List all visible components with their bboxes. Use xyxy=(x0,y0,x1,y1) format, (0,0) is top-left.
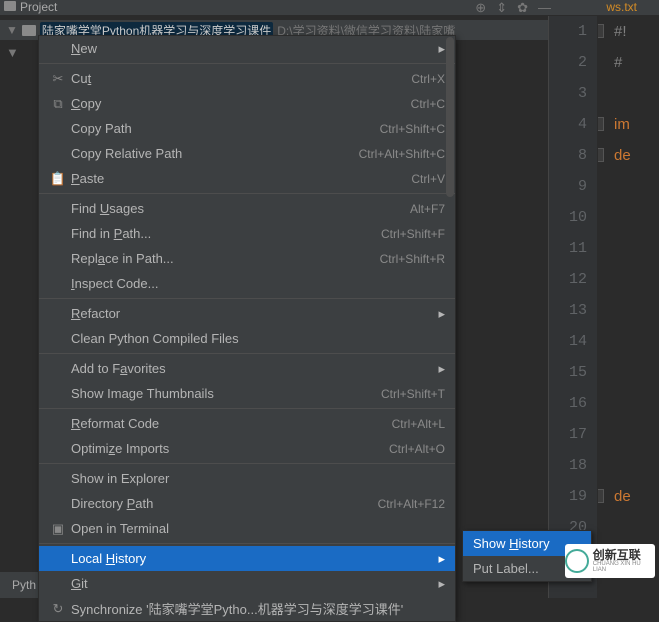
menu-directory-path[interactable]: Directory PathCtrl+Alt+F12 xyxy=(39,491,455,516)
menu-git[interactable]: Git▸ xyxy=(39,571,455,596)
menu-clean-pyc[interactable]: Clean Python Compiled Files xyxy=(39,326,455,351)
fold-region-icon[interactable] xyxy=(598,24,604,38)
menu-local-history[interactable]: Local History▸ xyxy=(39,546,455,571)
submenu-arrow-icon: ▸ xyxy=(438,361,445,377)
editor-tab-ws[interactable]: ws.txt xyxy=(606,0,637,14)
context-menu: New▸ ✂CutCtrl+X ⧉CopyCtrl+C Copy PathCtr… xyxy=(38,35,456,622)
line-number: 10 xyxy=(549,202,597,233)
copy-icon: ⧉ xyxy=(49,96,67,112)
menu-separator xyxy=(39,353,455,354)
menu-optimize-imports[interactable]: Optimize ImportsCtrl+Alt+O xyxy=(39,436,455,461)
editor-gutter: 1 2 3 4 8 9 10 11 12 13 14 15 16 17 18 1… xyxy=(548,16,598,598)
code-text: # xyxy=(614,54,622,71)
fold-region-icon[interactable] xyxy=(598,489,604,503)
line-number: 19 xyxy=(549,481,597,512)
menu-refactor[interactable]: Refactor▸ xyxy=(39,301,455,326)
menu-replace-in-path[interactable]: Replace in Path...Ctrl+Shift+R xyxy=(39,246,455,271)
line-number: 17 xyxy=(549,419,597,450)
tree-expand-arrow-icon[interactable]: ▼ xyxy=(6,23,18,37)
line-number: 4 xyxy=(549,109,597,140)
line-number: 13 xyxy=(549,295,597,326)
menu-add-favorites[interactable]: Add to Favorites▸ xyxy=(39,356,455,381)
tree-expand-arrow-icon-2[interactable]: ▼ xyxy=(6,45,19,60)
menu-synchronize[interactable]: ↻Synchronize '陆家嘴学堂Pytho...机器学习与深度学习课件' xyxy=(39,596,455,621)
line-number: 8 xyxy=(549,140,597,171)
toolbar-icons: ⊕ ⇕ ✿ — xyxy=(475,0,551,16)
menu-separator xyxy=(39,63,455,64)
menu-inspect-code[interactable]: Inspect Code... xyxy=(39,271,455,296)
line-number: 14 xyxy=(549,326,597,357)
fold-region-icon[interactable] xyxy=(598,148,604,162)
menu-copy[interactable]: ⧉CopyCtrl+C xyxy=(39,91,455,116)
line-number: 3 xyxy=(549,78,597,109)
collapse-icon[interactable]: ⇕ xyxy=(496,0,507,16)
menu-separator xyxy=(39,463,455,464)
line-number: 16 xyxy=(549,388,597,419)
watermark-brand: 创新互联 xyxy=(593,549,655,561)
editor-content[interactable]: #! # im de de xyxy=(598,16,659,598)
code-text: im xyxy=(614,116,630,133)
menu-find-usages[interactable]: Find UsagesAlt+F7 xyxy=(39,196,455,221)
terminal-icon: ▣ xyxy=(49,521,67,537)
sync-icon: ↻ xyxy=(49,601,67,617)
menu-find-in-path[interactable]: Find in Path...Ctrl+Shift+F xyxy=(39,221,455,246)
menu-new[interactable]: New▸ xyxy=(39,36,455,61)
menu-reformat-code[interactable]: Reformat CodeCtrl+Alt+L xyxy=(39,411,455,436)
menu-cut[interactable]: ✂CutCtrl+X xyxy=(39,66,455,91)
fold-region-icon[interactable] xyxy=(598,117,604,131)
target-icon[interactable]: ⊕ xyxy=(475,0,486,16)
project-tool-label[interactable]: Project xyxy=(20,0,57,14)
gear-icon[interactable]: ✿ xyxy=(517,0,528,16)
paste-icon: 📋 xyxy=(49,171,67,187)
title-bar: Project ⊕ ⇕ ✿ — ws.txt xyxy=(0,0,659,16)
line-number: 11 xyxy=(549,233,597,264)
menu-separator xyxy=(39,298,455,299)
menu-show-in-explorer[interactable]: Show in Explorer xyxy=(39,466,455,491)
menu-show-thumbnails[interactable]: Show Image ThumbnailsCtrl+Shift+T xyxy=(39,381,455,406)
code-text: de xyxy=(614,147,631,164)
watermark-logo: 创新互联 CHUANG XIN HU LIAN xyxy=(565,544,655,578)
line-number: 1 xyxy=(549,16,597,47)
line-number: 12 xyxy=(549,264,597,295)
menu-separator xyxy=(39,193,455,194)
submenu-arrow-icon: ▸ xyxy=(438,551,445,567)
code-text: de xyxy=(614,488,631,505)
line-number: 15 xyxy=(549,357,597,388)
submenu-arrow-icon: ▸ xyxy=(438,41,445,57)
line-number: 2 xyxy=(549,47,597,78)
code-text: #! xyxy=(614,23,627,40)
menu-open-terminal[interactable]: ▣Open in Terminal xyxy=(39,516,455,541)
submenu-arrow-icon: ▸ xyxy=(438,576,445,592)
project-folder-icon xyxy=(4,1,16,11)
menu-paste[interactable]: 📋PasteCtrl+V xyxy=(39,166,455,191)
menu-copy-relative-path[interactable]: Copy Relative PathCtrl+Alt+Shift+C xyxy=(39,141,455,166)
line-number: 18 xyxy=(549,450,597,481)
menu-separator xyxy=(39,543,455,544)
cut-icon: ✂ xyxy=(49,71,67,87)
line-number: 9 xyxy=(549,171,597,202)
menu-separator xyxy=(39,408,455,409)
tree-folder-icon xyxy=(22,25,36,36)
watermark-url: CHUANG XIN HU LIAN xyxy=(593,561,655,573)
hide-icon[interactable]: — xyxy=(538,0,551,16)
submenu-arrow-icon: ▸ xyxy=(438,306,445,322)
watermark-icon xyxy=(565,549,589,573)
python-console-tab-label: Pyth xyxy=(12,578,36,592)
menu-copy-path[interactable]: Copy PathCtrl+Shift+C xyxy=(39,116,455,141)
